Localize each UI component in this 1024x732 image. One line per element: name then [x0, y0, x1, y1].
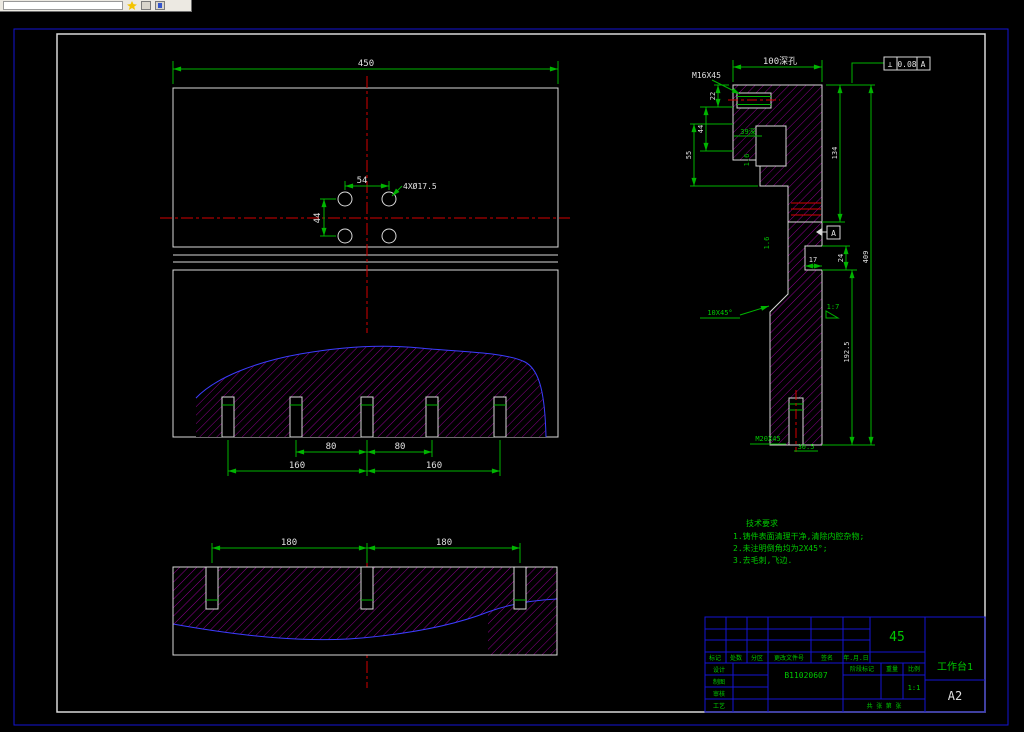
- section-view: 80 80 160 160: [195, 345, 547, 476]
- document-icon[interactable]: [155, 1, 165, 10]
- scale-value: 1:1: [908, 684, 921, 692]
- dim-100: 100深孔: [763, 56, 797, 67]
- roughness-a: 1.6: [743, 154, 751, 167]
- tech-req-item: 1.铸件表面清理干净,清除内腔杂物;: [733, 531, 864, 541]
- dim-55: 55: [685, 151, 693, 159]
- mini-toolbar: [0, 0, 192, 12]
- dim-160-a: 160: [289, 461, 305, 471]
- dim-80-b: 80: [395, 442, 406, 452]
- part-name: 工作台1: [937, 660, 973, 673]
- material-grade: 45: [889, 630, 905, 645]
- taper-note: 1:7: [827, 303, 840, 311]
- stud-callout-top: M16X45: [692, 71, 721, 80]
- dim-24: 24: [837, 254, 845, 262]
- tolerance-frame: ⊥ 0.08 A: [883, 56, 931, 71]
- dim-80-a: 80: [326, 442, 337, 452]
- star-icon[interactable]: [127, 1, 137, 10]
- dim-54: 54: [357, 176, 368, 186]
- row-process: 工艺: [713, 702, 725, 710]
- col-mark: 标记: [709, 654, 721, 662]
- col-date: 年.月.日: [843, 654, 868, 662]
- col-sign: 签名: [821, 654, 833, 662]
- row-draw: 制图: [713, 678, 725, 686]
- hole-callout: 4XØ17.5: [403, 181, 437, 191]
- fcf-symbol: ⊥: [888, 60, 893, 69]
- dim-160-b: 160: [426, 461, 442, 471]
- dim-409: 409: [862, 251, 870, 264]
- dim-180-a: 180: [281, 538, 297, 548]
- datum-label: A: [831, 229, 836, 238]
- thread-depth-note: 39深: [740, 127, 755, 136]
- dim-192-5: 192.5: [843, 341, 851, 362]
- dim-180-b: 180: [436, 538, 452, 548]
- roughness-b: 1.6: [763, 237, 771, 250]
- dim-17: 17: [809, 256, 817, 264]
- front-view-dims: [172, 61, 559, 237]
- stage-label: 阶段标记: [850, 665, 874, 673]
- technical-requirements: 技术要求 1.铸件表面清理干净,清除内腔杂物; 2.未注明倒角均为2X45°; …: [733, 518, 864, 565]
- recess: [755, 125, 787, 167]
- tech-req-item: 2.未注明倒角均为2X45°;: [733, 543, 828, 553]
- row-design: 设计: [713, 666, 725, 674]
- dim-450: 450: [358, 59, 374, 69]
- stud-callout-bottom: M20X45: [755, 435, 780, 443]
- dim-22: 22: [709, 92, 717, 100]
- sheet-count: 共 张 第 张: [867, 702, 902, 710]
- scale-label: 比例: [908, 665, 920, 673]
- drawing-number: B11020607: [784, 671, 828, 680]
- chamfer-note: 10X45°: [707, 309, 732, 317]
- row-check: 审核: [713, 690, 725, 698]
- dim-134: 134: [831, 147, 839, 160]
- toolbar-field: [3, 1, 123, 10]
- dim-44: 44: [697, 125, 705, 133]
- sheet-size: A2: [948, 689, 962, 703]
- tech-req-item: 3.去毛刺,飞边.: [733, 555, 792, 565]
- fcf-value: 0.08: [897, 60, 916, 69]
- tech-req-title: 技术要求: [746, 518, 778, 528]
- dim-44: 44: [313, 213, 323, 224]
- col-doc: 更改文件号: [774, 654, 804, 662]
- bottom-view: 180 180: [172, 538, 558, 656]
- fcf-datum: A: [921, 60, 926, 69]
- drawing-canvas: 450 54 4XØ17.5 44 80 80 160 160 180 180 …: [13, 28, 1009, 726]
- weight-label: 重量: [886, 665, 898, 673]
- col-count: 处数: [730, 654, 742, 662]
- col-zone: 分区: [751, 654, 763, 662]
- dim-30-5: 30.5: [798, 443, 815, 451]
- open-icon[interactable]: [141, 1, 151, 10]
- title-block: 标记 处数 分区 更改文件号 签名 年.月.日 设计 制图 审核 工艺 45 B…: [704, 616, 986, 713]
- cad-application-window: 450 54 4XØ17.5 44 80 80 160 160 180 180 …: [0, 0, 1024, 732]
- side-section-view: A ⊥ 0.08 A M16X45 100深孔 22 44 55 39深 1.6…: [685, 56, 931, 452]
